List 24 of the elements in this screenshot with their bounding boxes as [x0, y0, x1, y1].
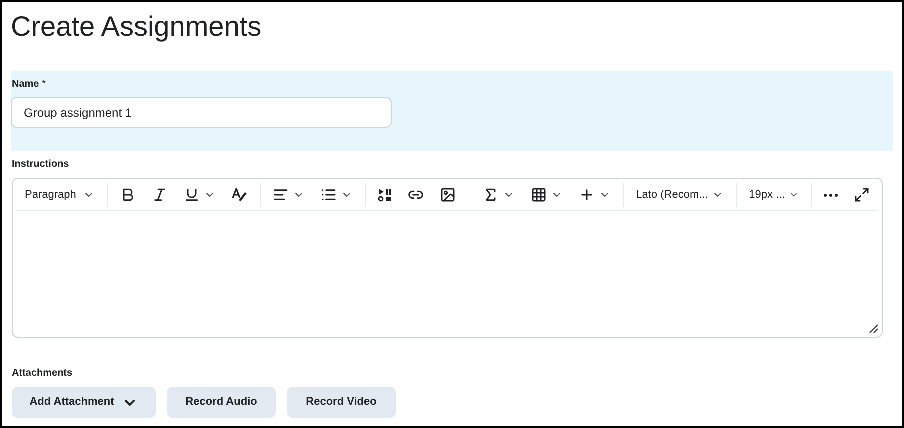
editor[interactable]: Paragraph Lato (Recom... 19px ...	[12, 178, 883, 338]
attachment-button[interactable]: Record Video	[287, 387, 396, 418]
italic-icon	[152, 187, 168, 203]
underline-icon	[184, 187, 200, 203]
attachment-button[interactable]: Record Audio	[167, 387, 276, 418]
resize-handle-icon	[869, 324, 879, 334]
format-select[interactable]: Paragraph	[17, 179, 103, 211]
insert-icon	[579, 187, 596, 203]
text-style-icon	[232, 188, 248, 202]
more-icon	[824, 194, 838, 196]
font-select[interactable]: Lato (Recom...	[628, 179, 732, 211]
name-field[interactable]: Group assignment 1	[11, 97, 392, 128]
fullscreen-icon	[854, 187, 870, 203]
font-size-select[interactable]: 19px ...	[741, 179, 808, 211]
align-icon	[272, 187, 289, 203]
attachments-label: Attachments	[12, 367, 73, 380]
instructions-label: Instructions	[12, 158, 70, 171]
media-icon	[378, 188, 392, 202]
list-icon	[320, 187, 337, 203]
attachment-button[interactable]: Add Attachment	[12, 387, 156, 418]
name-label: Name *	[12, 78, 46, 91]
image-icon	[440, 187, 456, 203]
table-icon	[531, 187, 548, 203]
page-title: Create Assignments	[11, 10, 262, 44]
